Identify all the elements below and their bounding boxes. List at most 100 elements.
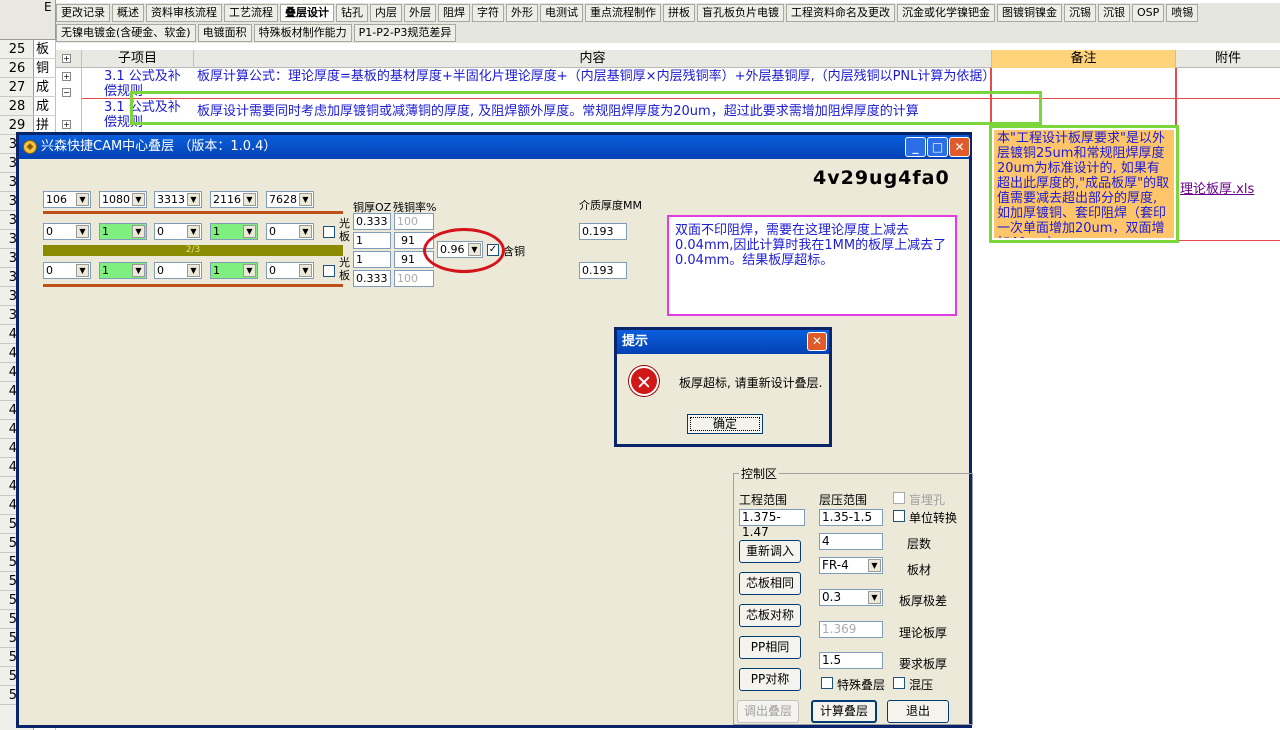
sheet-tab[interactable]: 沉银: [1098, 4, 1130, 22]
row-number[interactable]: 26: [0, 59, 34, 78]
core-board-bar: 2/3: [43, 245, 343, 256]
tolerance-combo[interactable]: 0.3 ▼: [819, 589, 883, 606]
residual-input-4[interactable]: 100: [394, 270, 434, 287]
sheet-tab[interactable]: 资料审核流程: [146, 4, 222, 22]
sheet-tab[interactable]: 外层: [404, 4, 436, 22]
expand-icon[interactable]: +: [62, 120, 71, 129]
col-header-content: 内容: [194, 50, 992, 68]
layer-top-combo-3[interactable]: 0 ▼: [154, 223, 202, 240]
collapse-icon[interactable]: −: [62, 88, 71, 97]
eng-range-input[interactable]: 1.375-1.47: [739, 509, 805, 539]
expand-icon[interactable]: +: [62, 72, 71, 81]
pp-combo-1[interactable]: 106 ▼: [43, 191, 91, 208]
light-board-checkbox-top[interactable]: [323, 226, 335, 238]
cu-oz-input-2[interactable]: 1: [353, 232, 391, 249]
pp-combo-5[interactable]: 7628 ▼: [266, 191, 314, 208]
dielectric-input-1[interactable]: 0.193: [579, 223, 627, 240]
combo-value: 7628: [269, 193, 297, 206]
row-number[interactable]: 28: [0, 97, 34, 116]
theory-thickness-input[interactable]: 1.369: [819, 621, 883, 638]
special-stack-checkbox[interactable]: [821, 677, 833, 689]
core-same-button[interactable]: 芯板相同: [739, 572, 801, 595]
combo-value: 1: [213, 264, 220, 277]
sheet-tab[interactable]: 无镍电镀金(含硬金、软金): [56, 24, 196, 42]
column-a-cell[interactable]: 成: [34, 78, 56, 97]
attachment-link[interactable]: 理论板厚.xls: [1180, 178, 1254, 197]
layers-input[interactable]: 4: [819, 533, 883, 550]
sheet-tab[interactable]: 阻焊: [438, 4, 470, 22]
maximize-button[interactable]: □: [927, 137, 948, 157]
sheet-tab[interactable]: 电镀面积: [197, 24, 252, 42]
sheet-tab[interactable]: 工程资料命名及更改: [786, 4, 895, 22]
sheet-tab[interactable]: 沉锡: [1064, 4, 1096, 22]
layer-top-combo-5[interactable]: 0 ▼: [266, 223, 314, 240]
sheet-tab[interactable]: 电测试: [540, 4, 583, 22]
sheet-tab[interactable]: 概述: [112, 4, 144, 22]
dielectric-input-2[interactable]: 0.193: [579, 262, 627, 279]
sheet-tab[interactable]: OSP: [1132, 4, 1165, 22]
sheet-tab[interactable]: 外形: [506, 4, 538, 22]
sheet-tab[interactable]: 盲孔板负片电镀: [697, 4, 784, 22]
row-number[interactable]: 27: [0, 78, 34, 97]
pp-combo-4[interactable]: 2116 ▼: [210, 191, 258, 208]
light-board-checkbox-bottom[interactable]: [323, 265, 335, 277]
layer-bottom-combo-4[interactable]: 1 ▼: [210, 262, 258, 279]
sheet-tab[interactable]: 钻孔: [336, 4, 368, 22]
minimize-button[interactable]: _: [905, 137, 926, 157]
press-range-input[interactable]: 1.35-1.5: [819, 509, 883, 526]
chevron-down-icon: ▼: [243, 193, 256, 206]
sheet-tab[interactable]: 沉金或化学镍钯金: [897, 4, 995, 22]
calc-stack-button[interactable]: 计算叠层: [811, 700, 877, 723]
cu-oz-input-4[interactable]: 0.333: [353, 270, 391, 287]
dialog-title[interactable]: 提示: [617, 330, 829, 354]
sheet-tab[interactable]: 更改记录: [56, 4, 110, 22]
sheet-tab[interactable]: 喷锡: [1166, 4, 1199, 22]
expand-icon[interactable]: +: [62, 54, 71, 63]
pp-same-button[interactable]: PP相同: [739, 636, 801, 659]
sheet-tab[interactable]: 特殊板材制作能力: [253, 24, 352, 42]
cu-oz-input-3[interactable]: 1: [353, 251, 391, 268]
cu-oz-input-1[interactable]: 0.333: [353, 213, 391, 230]
sheet-tab[interactable]: 重点流程制作: [585, 4, 661, 22]
mixed-press-checkbox[interactable]: [893, 677, 905, 689]
row-number[interactable]: 25: [0, 40, 34, 59]
layer-top-combo-4[interactable]: 1 ▼: [210, 223, 258, 240]
column-a-cell[interactable]: 成: [34, 97, 56, 116]
unit-convert-checkbox[interactable]: [893, 510, 905, 522]
sheet-tab[interactable]: 工艺流程: [224, 4, 278, 22]
remark-cell[interactable]: 本"工程设计板厚要求"是以外层镀铜25um和常规阻焊厚度20um为标准设计的, …: [989, 125, 1179, 243]
window-titlebar[interactable]: 兴森快捷CAM中心叠层 （版本：1.0.4）: [19, 135, 969, 159]
sheet-tab[interactable]: 图镀铜镍金: [997, 4, 1062, 22]
layer-top-combo-2[interactable]: 1 ▼: [99, 223, 147, 240]
pp-symmetric-button[interactable]: PP对称: [739, 668, 801, 691]
layer-top-combo-1[interactable]: 0 ▼: [43, 223, 91, 240]
dialog-close-icon[interactable]: ✕: [807, 332, 827, 351]
layer-bottom-combo-1[interactable]: 0 ▼: [43, 262, 91, 279]
core-label: 2/3: [185, 245, 201, 255]
sheet-tab[interactable]: P1-P2-P3规范差异: [353, 24, 457, 42]
combo-value: 0: [269, 264, 276, 277]
sheet-tab[interactable]: 字符: [472, 4, 504, 22]
sheet-tab[interactable]: 内层: [370, 4, 402, 22]
required-thickness-input[interactable]: 1.5: [819, 652, 883, 669]
sheet-tab[interactable]: 叠层设计: [280, 4, 334, 22]
exit-button[interactable]: 退出: [887, 700, 949, 723]
residual-input-1[interactable]: 100: [394, 213, 434, 230]
close-button[interactable]: ✕: [949, 137, 970, 157]
load-stack-button[interactable]: 调出叠层: [737, 700, 799, 723]
pp-combo-3[interactable]: 3313 ▼: [154, 191, 202, 208]
core-symmetric-button[interactable]: 芯板对称: [739, 604, 801, 627]
pp-combo-2[interactable]: 1080 ▼: [99, 191, 147, 208]
column-a-cell[interactable]: 板: [34, 40, 56, 59]
blind-hole-checkbox[interactable]: [893, 492, 905, 504]
material-combo[interactable]: FR-4 ▼: [819, 557, 883, 574]
layer-bottom-combo-2[interactable]: 1 ▼: [99, 262, 147, 279]
contain-cu-label: 含铜: [503, 245, 525, 258]
ok-button[interactable]: 确定: [687, 414, 763, 434]
layer-bottom-combo-3[interactable]: 0 ▼: [154, 262, 202, 279]
layer-bottom-combo-5[interactable]: 0 ▼: [266, 262, 314, 279]
reload-button[interactable]: 重新调入: [739, 540, 801, 563]
column-a-cell[interactable]: 铜: [34, 59, 56, 78]
sheet-tab[interactable]: 拼板: [663, 4, 695, 22]
unit-convert-label: 单位转换: [909, 511, 958, 525]
